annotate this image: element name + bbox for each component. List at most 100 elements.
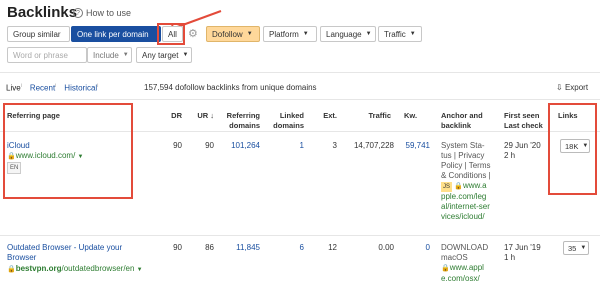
word-phrase-input[interactable]: Word or phrase	[7, 47, 87, 63]
dofollow-dropdown[interactable]: Dofollow ▼	[206, 26, 260, 42]
chevron-down-icon: ▼	[302, 31, 309, 37]
group-similar-button[interactable]: Group similar	[7, 26, 70, 42]
col-linked-domains-line2: domains	[273, 121, 304, 130]
traffic-label: Traffic	[384, 29, 406, 39]
last-check-value: 1 h	[504, 253, 516, 262]
first-seen-value: 29 Jun '20	[504, 141, 541, 150]
backlink-line: al/internet-ser	[441, 202, 490, 211]
traffic-value: 14,707,228	[353, 141, 394, 150]
tab-historical[interactable]: Historicali	[64, 83, 98, 93]
tab-recent-label: Recent	[29, 83, 56, 93]
anchor-line: macOS	[441, 253, 468, 262]
anchor-line: tus | Privacy	[441, 151, 485, 160]
annotation-highlight-box	[3, 103, 133, 199]
col-referring-domains-line2: domains	[229, 121, 260, 130]
any-target-dropdown[interactable]: Any target ▼	[136, 47, 192, 63]
lock-icon: 🔒	[441, 265, 450, 272]
linked-domains-value[interactable]: 1	[262, 141, 304, 151]
ur-value: 86	[205, 243, 214, 252]
annotation-highlight-box	[548, 103, 597, 195]
include-label: Include	[93, 50, 119, 60]
chevron-down-icon: ▼	[580, 245, 587, 251]
col-referring-domains-line1: Referring	[226, 111, 260, 120]
referring-url-domain: bestvpn.org	[15, 264, 62, 273]
anchor-line: DOWNLOAD	[441, 243, 489, 252]
linked-domains-value[interactable]: 6	[262, 243, 304, 253]
gear-icon[interactable]: ⚙	[188, 27, 198, 40]
results-summary: 157,594 dofollow backlinks from unique d…	[144, 83, 317, 92]
traffic-value: 0.00	[378, 243, 394, 252]
anchor-text: DOWNLOAD macOS	[441, 243, 488, 263]
ext-value: 3	[332, 141, 337, 150]
last-check-value: 2 h	[504, 151, 516, 160]
language-dropdown[interactable]: Language ▼	[320, 26, 376, 42]
tab-live[interactable]: Livei	[6, 83, 22, 93]
backlink-url[interactable]: JS 🔒www.a pple.com/leg al/internet-ser v…	[441, 181, 490, 222]
lock-icon: 🔒	[454, 183, 463, 190]
backlink-url[interactable]: 🔒www.appl e.com/osx/	[441, 263, 484, 284]
title-line: Outdated Browser - Update your	[7, 243, 123, 252]
dr-value: 90	[173, 243, 182, 252]
kw-value[interactable]: 0	[396, 243, 430, 253]
ext-value: 12	[328, 243, 337, 252]
chevron-down-icon: ▼	[136, 267, 143, 273]
col-first-seen[interactable]: First seen Last check	[504, 111, 543, 131]
anchor-line: Policy | Terms	[441, 161, 491, 170]
col-first-seen-line1: First seen	[504, 111, 540, 120]
include-dropdown[interactable]: Include ▼	[87, 47, 132, 63]
ref-domains-value[interactable]: 101,264	[218, 141, 260, 151]
col-dr[interactable]: DR	[160, 111, 182, 121]
links-value: 35	[568, 243, 577, 253]
annotation-highlight-box	[157, 23, 185, 45]
col-ext[interactable]: Ext.	[312, 111, 337, 121]
col-anchor-line2: backlink	[441, 121, 472, 130]
referring-url-path: /outdatedbrowser/en	[61, 264, 135, 273]
word-phrase-placeholder: Word or phrase	[13, 50, 68, 60]
traffic-dropdown[interactable]: Traffic ▼	[378, 26, 422, 42]
backlink-line: www.appl	[449, 263, 484, 272]
col-kw[interactable]: Kw.	[404, 111, 417, 121]
lock-icon: 🔒	[7, 266, 16, 273]
one-link-per-domain-label: One link per domain	[77, 29, 149, 39]
col-linked-domains-line1: Linked	[279, 111, 304, 120]
referring-page-url[interactable]: 🔒bestvpn.org/outdatedbrowser/en ▼	[7, 264, 143, 275]
col-first-seen-line2: Last check	[504, 121, 543, 130]
anchor-line: System Sta-	[441, 141, 485, 150]
referring-page-title[interactable]: Outdated Browser - Update your Browser	[7, 243, 122, 263]
kw-value[interactable]: 59,741	[396, 141, 430, 151]
anchor-text: System Sta- tus | Privacy Policy | Terms…	[441, 141, 491, 181]
how-to-use-link[interactable]: ? How to use	[73, 8, 131, 18]
col-linked-domains[interactable]: Linked domains	[262, 111, 304, 131]
any-target-label: Any target	[142, 50, 179, 60]
divider	[0, 235, 600, 236]
export-icon: ⇩	[556, 83, 565, 92]
col-referring-domains[interactable]: Referring domains	[218, 111, 260, 131]
chevron-down-icon: ▼	[246, 31, 253, 37]
backlink-line: vices/icloud/	[441, 212, 485, 221]
page-title: Backlinks	[7, 4, 78, 21]
tab-recent[interactable]: Recenti	[30, 83, 56, 93]
how-to-use-label: How to use	[86, 8, 132, 18]
platform-dropdown[interactable]: Platform ▼	[263, 26, 317, 42]
ur-value: 90	[205, 141, 214, 150]
first-seen-value: 17 Jun '19	[504, 243, 541, 252]
dofollow-label: Dofollow	[212, 29, 243, 39]
col-anchor-line1: Anchor and	[441, 111, 483, 120]
dr-value: 90	[173, 141, 182, 150]
export-button[interactable]: ⇩ Export	[556, 83, 588, 92]
one-link-per-domain-button[interactable]: One link per domain	[71, 26, 161, 42]
divider	[0, 72, 600, 73]
help-icon: ?	[73, 8, 83, 18]
title-line: Browser	[7, 253, 37, 262]
col-ur[interactable]: UR ↓	[186, 111, 214, 121]
chevron-down-icon: ▼	[409, 31, 416, 37]
backlink-line: pple.com/leg	[441, 192, 487, 201]
chevron-down-icon: ▼	[122, 52, 129, 58]
anchor-line: & Conditions |	[441, 171, 491, 180]
links-select[interactable]: 35 ▼	[563, 241, 589, 255]
col-traffic[interactable]: Traffic	[343, 111, 391, 121]
js-badge: JS	[441, 182, 453, 192]
col-anchor-backlink[interactable]: Anchor and backlink	[441, 111, 483, 131]
group-similar-label: Group similar	[13, 29, 61, 39]
ref-domains-value[interactable]: 11,845	[218, 243, 260, 253]
